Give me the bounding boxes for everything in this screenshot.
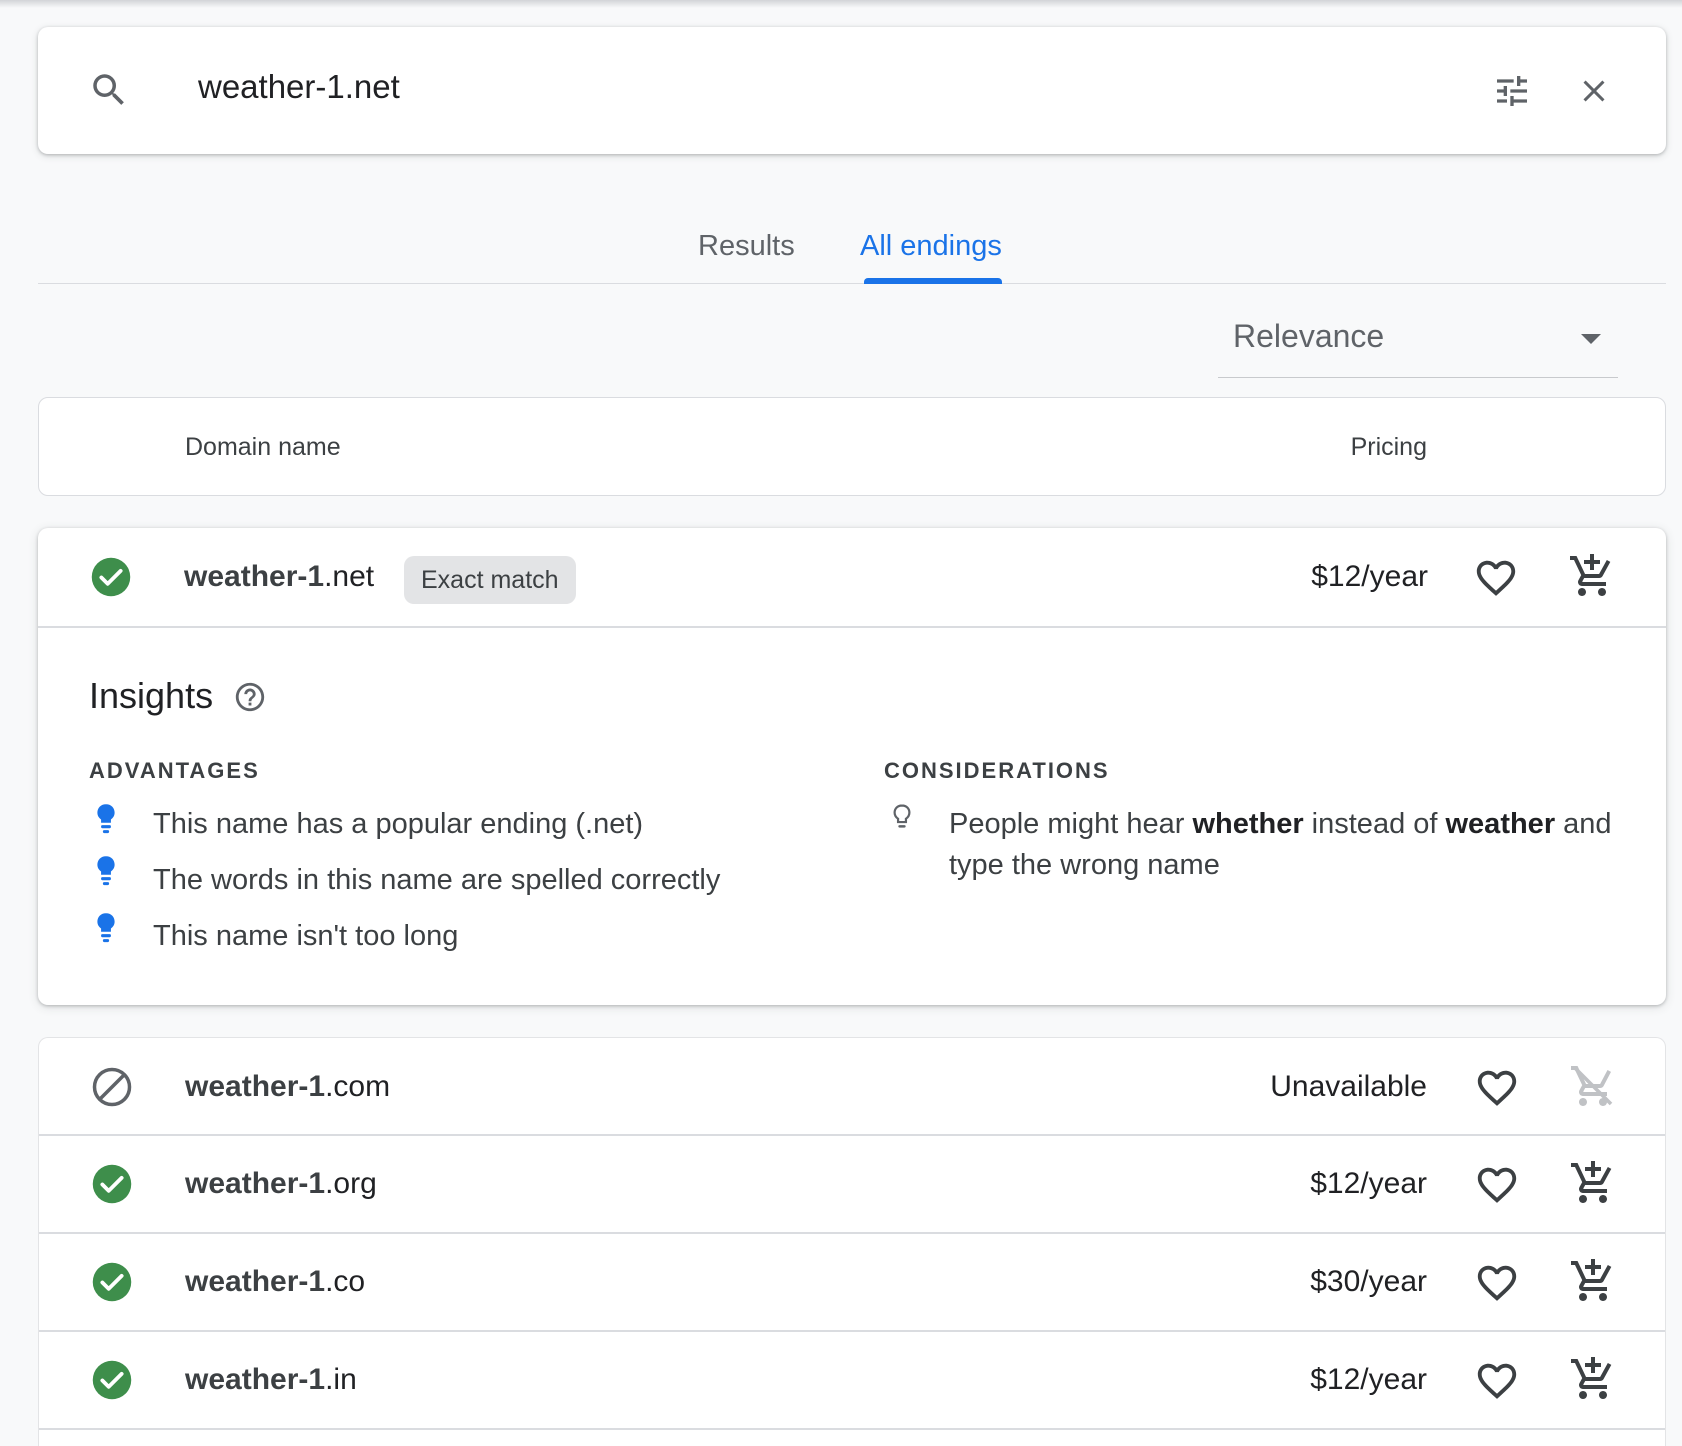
search-bar bbox=[38, 27, 1666, 154]
domain-price: $12/year bbox=[1310, 1363, 1427, 1396]
available-check-icon bbox=[92, 1164, 132, 1204]
favorite-heart-icon[interactable] bbox=[1474, 1162, 1520, 1208]
search-input[interactable] bbox=[198, 68, 1298, 106]
add-to-cart-icon[interactable] bbox=[1569, 1355, 1617, 1403]
favorite-heart-icon[interactable] bbox=[1474, 1065, 1520, 1111]
exact-match-badge: Exact match bbox=[404, 556, 576, 604]
favorite-heart-icon[interactable] bbox=[1473, 555, 1519, 601]
tab-results[interactable]: Results bbox=[698, 230, 795, 263]
unavailable-block-icon bbox=[92, 1067, 132, 1107]
advantage-item: This name has a popular ending (.net) bbox=[153, 808, 644, 840]
consideration-item: People might hear whether instead of wea… bbox=[949, 808, 1612, 881]
domain-name: weather-1.in bbox=[185, 1363, 357, 1396]
column-header-domain: Domain name bbox=[185, 433, 341, 461]
lightbulb-filled-icon bbox=[97, 913, 115, 943]
column-header-pricing: Pricing bbox=[1350, 433, 1427, 461]
favorite-heart-icon[interactable] bbox=[1474, 1358, 1520, 1404]
sort-dropdown[interactable]: Relevance bbox=[1218, 304, 1618, 378]
tune-icon[interactable] bbox=[1492, 71, 1532, 111]
results-list: weather-1.com Unavailable weather-1.org … bbox=[38, 1037, 1666, 1446]
domain-name: weather-1.com bbox=[185, 1070, 391, 1103]
lightbulb-outline-icon bbox=[893, 804, 911, 828]
active-tab-indicator bbox=[864, 278, 1002, 284]
available-check-icon bbox=[92, 1262, 132, 1302]
domain-price: $12/year bbox=[1311, 560, 1428, 593]
close-icon[interactable] bbox=[1576, 73, 1612, 109]
row-divider bbox=[38, 626, 1666, 628]
tab-all-endings[interactable]: All endings bbox=[860, 230, 1002, 263]
domain-price: Unavailable bbox=[1270, 1070, 1427, 1103]
lightbulb-filled-icon bbox=[97, 804, 115, 834]
insights-title: Insights bbox=[89, 675, 214, 716]
table-row[interactable]: weather-1.in $12/year bbox=[39, 1331, 1665, 1429]
table-row[interactable]: weather-1.co $30/year bbox=[39, 1233, 1665, 1331]
domain-price: $12/year bbox=[1310, 1167, 1427, 1200]
domain-name: weather-1.org bbox=[185, 1167, 377, 1200]
table-row[interactable]: weather-1.org $12/year bbox=[39, 1135, 1665, 1233]
advantages-heading: ADVANTAGES bbox=[89, 758, 260, 783]
add-to-cart-icon[interactable] bbox=[1568, 552, 1616, 600]
domain-name: weather-1.co bbox=[185, 1265, 366, 1298]
search-icon bbox=[93, 74, 124, 105]
considerations-heading: CONSIDERATIONS bbox=[884, 758, 1110, 783]
table-row[interactable]: weather-1.com Unavailable bbox=[39, 1038, 1665, 1136]
table-row[interactable]: weather-1.net Exact match $12/year bbox=[38, 528, 1666, 626]
domain-price: $30/year bbox=[1310, 1265, 1427, 1298]
lightbulb-filled-icon bbox=[97, 856, 115, 886]
available-check-icon bbox=[92, 1360, 132, 1400]
featured-result-card: weather-1.net Exact match $12/year Insig… bbox=[38, 528, 1666, 1005]
sort-selected-value: Relevance bbox=[1233, 318, 1385, 354]
tab-bar: Results All endings bbox=[38, 210, 1666, 284]
add-to-cart-icon[interactable] bbox=[1569, 1159, 1617, 1207]
domain-name: weather-1.net bbox=[184, 560, 375, 593]
row-divider bbox=[39, 1428, 1665, 1430]
cart-disabled-icon bbox=[1571, 1066, 1613, 1106]
add-to-cart-icon[interactable] bbox=[1569, 1257, 1617, 1305]
favorite-heart-icon[interactable] bbox=[1474, 1260, 1520, 1306]
advantage-item: This name isn't too long bbox=[153, 920, 459, 952]
available-check-icon bbox=[91, 557, 131, 597]
help-icon[interactable] bbox=[233, 680, 267, 714]
top-shadow bbox=[0, 0, 1682, 8]
advantage-item: The words in this name are spelled corre… bbox=[153, 864, 721, 896]
table-header: Domain name Pricing bbox=[38, 397, 1666, 496]
dropdown-arrow-icon bbox=[1581, 334, 1601, 344]
